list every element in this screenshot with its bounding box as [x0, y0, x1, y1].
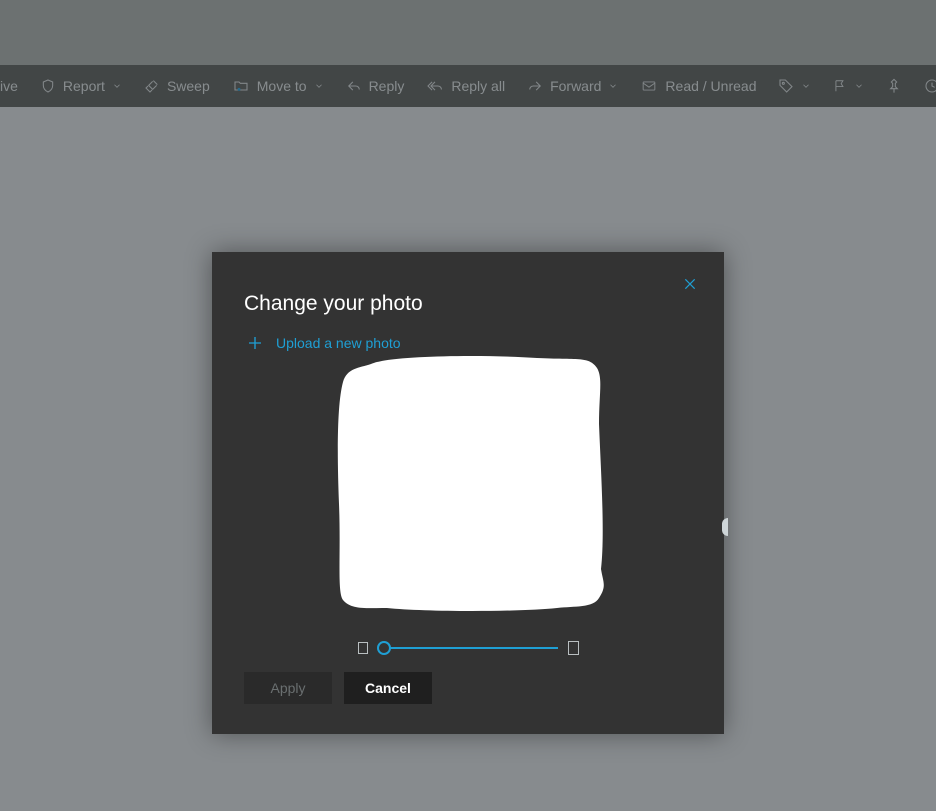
zoom-out-icon[interactable] — [358, 642, 368, 654]
modal-title: Change your photo — [244, 292, 692, 316]
slider-thumb[interactable] — [377, 641, 391, 655]
plus-icon — [246, 334, 264, 352]
upload-photo-button[interactable]: Upload a new photo — [246, 334, 401, 352]
page-background: ive Report Sweep Move to Reply Reply all… — [0, 0, 936, 811]
zoom-slider-row — [244, 640, 692, 656]
close-button[interactable] — [680, 274, 700, 294]
close-icon — [682, 276, 698, 292]
slider-track — [378, 647, 558, 649]
modal-actions: Apply Cancel — [244, 672, 432, 704]
apply-button[interactable]: Apply — [244, 672, 332, 704]
photo-placeholder — [331, 358, 605, 630]
zoom-in-icon[interactable] — [568, 641, 579, 655]
cancel-button[interactable]: Cancel — [344, 672, 432, 704]
edge-artifact — [722, 518, 728, 536]
upload-photo-label: Upload a new photo — [276, 335, 401, 351]
zoom-slider[interactable] — [378, 640, 558, 656]
modal-overlay: Change your photo Upload a new photo — [0, 0, 936, 811]
photo-preview-area[interactable] — [244, 358, 692, 630]
change-photo-modal: Change your photo Upload a new photo — [212, 252, 724, 734]
